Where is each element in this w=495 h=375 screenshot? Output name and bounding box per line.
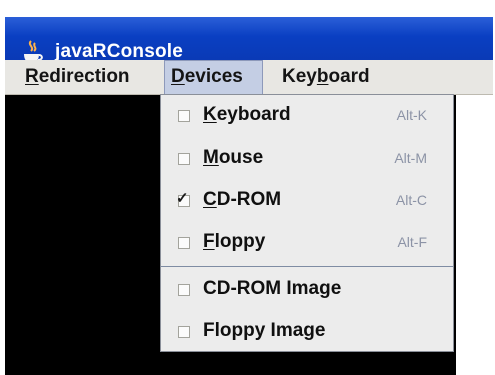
menu-item-floppy-rest: loppy — [214, 231, 266, 252]
checkbox-floppy[interactable] — [178, 237, 190, 249]
menu-keyboard[interactable]: Keyboard — [276, 60, 376, 94]
mnemonic-k: K — [203, 104, 217, 125]
menu-devices-label: evices — [184, 66, 243, 87]
checkbox-mouse[interactable] — [178, 153, 190, 165]
menu-item-mouse-label: Mouse — [203, 147, 263, 169]
menu-devices[interactable]: Devices — [164, 60, 263, 94]
menu-item-cdrom-image-label: CD-ROM Image — [203, 278, 342, 299]
menu-redirection-mnemonic: R — [25, 66, 39, 87]
menu-item-mouse[interactable]: Mouse Alt-M — [161, 141, 453, 177]
menu-item-floppy-image[interactable]: Floppy Image — [161, 314, 453, 350]
menu-item-keyboard-rest: eyboard — [216, 104, 291, 125]
menu-devices-mnemonic: D — [171, 66, 185, 87]
checkmark-icon: ✓ — [176, 190, 189, 207]
checkbox-floppy-image[interactable] — [178, 326, 190, 338]
menu-keyboard-mnemonic: b — [316, 66, 329, 87]
menu-bar: Redirection Devices Keyboard — [5, 60, 493, 95]
menu-redirection-label: edirection — [38, 66, 130, 87]
menu-keyboard-label-b: oard — [328, 66, 370, 87]
checkbox-keyboard[interactable] — [178, 110, 190, 122]
menu-item-keyboard[interactable]: Keyboard Alt-K — [161, 98, 453, 134]
shortcut-floppy: Alt-F — [397, 234, 427, 250]
devices-dropdown-menu: Keyboard Alt-K Mouse Alt-M ✓ CD-ROM Alt-… — [160, 94, 454, 352]
shortcut-cdrom: Alt-C — [395, 192, 427, 208]
menu-item-floppy-image-label: Floppy Image — [203, 320, 326, 341]
title-bar[interactable]: javaRConsole — [5, 17, 493, 66]
menu-item-floppy[interactable]: Floppy Alt-F — [161, 225, 453, 261]
menu-redirection[interactable]: Redirection — [19, 60, 136, 94]
mnemonic-m: M — [203, 147, 219, 168]
menu-item-floppy-label: Floppy — [203, 231, 265, 253]
shortcut-mouse: Alt-M — [394, 150, 427, 166]
menu-item-cdrom-label: CD-ROM — [203, 189, 281, 211]
shortcut-keyboard: Alt-K — [396, 107, 427, 123]
menu-item-cdrom-rest: D-ROM — [216, 189, 282, 210]
app-window: javaRConsole Redirection Devices Keyboar… — [0, 0, 495, 375]
menu-item-cdrom-image[interactable]: CD-ROM Image — [161, 272, 453, 308]
checkbox-cdrom-image[interactable] — [178, 284, 190, 296]
window-side-area — [456, 95, 493, 375]
menu-keyboard-label-a: Key — [282, 66, 317, 87]
mnemonic-c: C — [203, 189, 217, 210]
menu-item-keyboard-label: Keyboard — [203, 104, 291, 126]
mnemonic-f: F — [203, 231, 215, 252]
menu-item-cdrom[interactable]: ✓ CD-ROM Alt-C — [161, 183, 453, 219]
menu-item-mouse-rest: ouse — [218, 147, 264, 168]
menu-separator — [161, 266, 453, 267]
